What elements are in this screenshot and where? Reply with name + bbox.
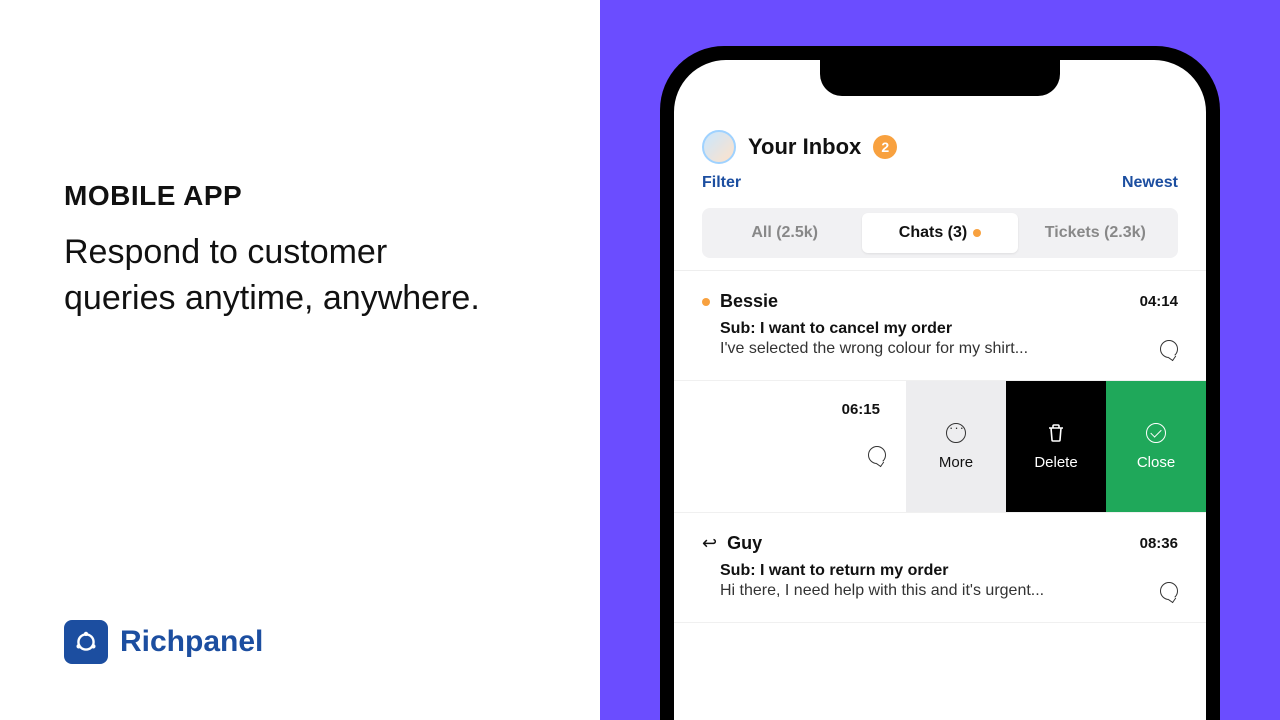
tab-chats[interactable]: Chats (3) <box>862 213 1017 253</box>
sort-button[interactable]: Newest <box>1122 174 1178 192</box>
more-icon <box>946 423 966 443</box>
tab-tickets[interactable]: Tickets (2.3k) <box>1018 213 1173 253</box>
time-label: 08:36 <box>1140 535 1178 552</box>
list-item[interactable]: Bessie 04:14 Sub: I want to cancel my or… <box>674 271 1206 381</box>
subject-label: Sub: I want to return my order <box>720 562 1178 580</box>
sender-name: Bessie <box>720 291 778 312</box>
preview-text: Hi there, I need help with this and it's… <box>720 582 1150 600</box>
subject-label: Sub: I want to cancel my order <box>720 320 1178 338</box>
dot-icon <box>973 229 981 237</box>
tab-all[interactable]: All (2.5k) <box>707 213 862 253</box>
close-label: Close <box>1137 454 1175 471</box>
brand-logo-icon <box>64 620 108 664</box>
marketing-eyebrow: MOBILE APP <box>64 180 536 212</box>
delete-label: Delete <box>1034 454 1077 471</box>
brand-name: Richpanel <box>120 625 263 659</box>
time-label: 06:15 <box>842 401 880 418</box>
brand-lockup: Richpanel <box>64 620 536 664</box>
filter-button[interactable]: Filter <box>702 174 741 192</box>
page-title: Your Inbox <box>748 134 861 160</box>
avatar[interactable] <box>702 130 736 164</box>
time-label: 04:14 <box>1140 293 1178 310</box>
unread-dot-icon <box>702 298 710 306</box>
chat-icon <box>1160 340 1178 358</box>
trash-icon <box>1045 422 1067 444</box>
chat-icon <box>1160 582 1178 600</box>
marketing-headline: Respond to customer queries anytime, any… <box>64 230 484 322</box>
preview-text: fe saver... <box>674 446 858 464</box>
chat-icon <box>868 446 886 464</box>
preview-text: I've selected the wrong colour for my sh… <box>720 340 1150 358</box>
check-circle-icon <box>1146 423 1166 443</box>
subject-label: on code <box>674 426 886 446</box>
sender-name: Guy <box>727 533 762 554</box>
unread-badge: 2 <box>873 135 897 159</box>
list-item[interactable]: 06:15 on code fe saver... More <box>674 381 1206 513</box>
list-item[interactable]: ↩ Guy 08:36 Sub: I want to return my ord… <box>674 513 1206 623</box>
tab-chats-label: Chats (3) <box>899 224 967 242</box>
phone-notch <box>820 60 1060 96</box>
more-label: More <box>939 454 973 471</box>
more-button[interactable]: More <box>906 381 1006 512</box>
reply-icon: ↩ <box>702 533 717 554</box>
delete-button[interactable]: Delete <box>1006 381 1106 512</box>
tabs: All (2.5k) Chats (3) Tickets (2.3k) <box>702 208 1178 258</box>
close-button[interactable]: Close <box>1106 381 1206 512</box>
phone-frame: Your Inbox 2 Filter Newest All (2.5k) Ch… <box>660 46 1220 720</box>
